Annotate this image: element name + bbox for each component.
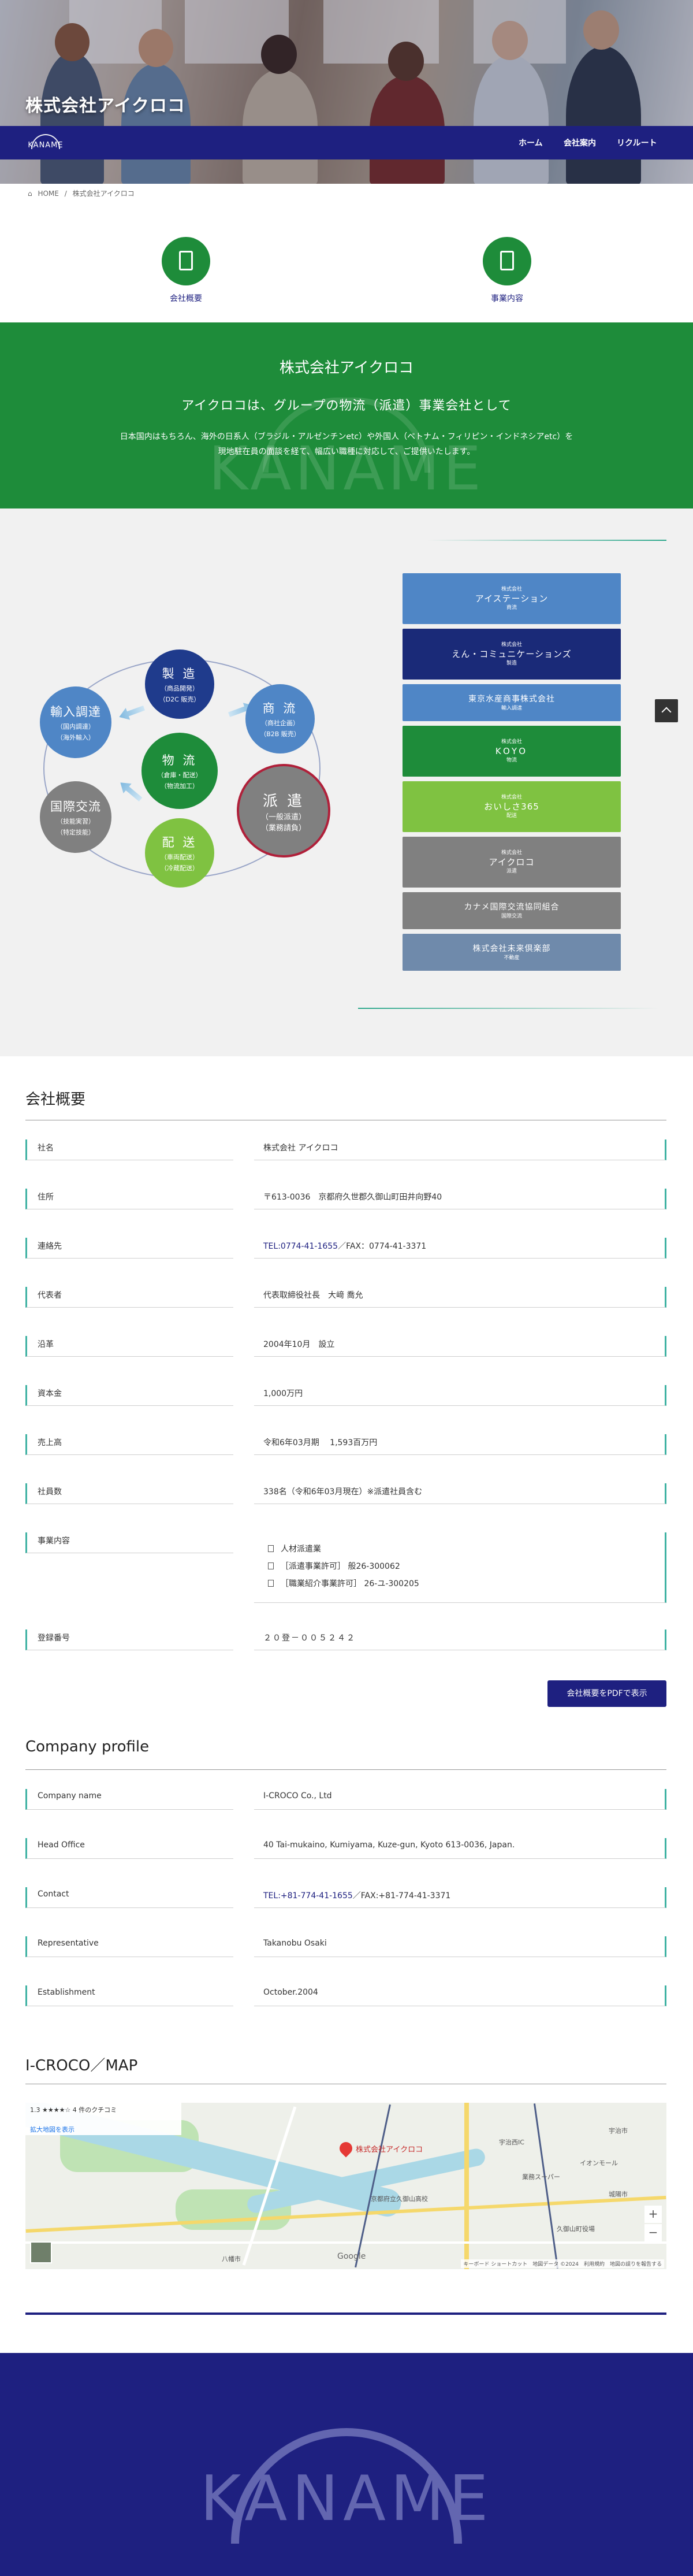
- table-row: 資本金 1,000万円: [25, 1385, 666, 1406]
- table-row: Establishment October.2004: [25, 1985, 666, 2006]
- business-cycle-diagram: 製 造（商品開発） （D2C 販売） 商 流（商社企画） （B2B 販売） 派 遣（…: [32, 636, 344, 901]
- document-icon: [268, 1562, 274, 1569]
- map-pin-label[interactable]: 株式会社アイクロコ: [356, 2143, 423, 2154]
- building-icon: [162, 237, 210, 285]
- google-logo: Google: [337, 2252, 366, 2261]
- page-title: 株式会社アイクロコ: [25, 96, 185, 116]
- tel-link[interactable]: TEL:0774-41-1655: [263, 1242, 338, 1251]
- document-icon: [483, 237, 531, 285]
- breadcrumb-separator: /: [64, 190, 67, 198]
- company-card-kaname-union[interactable]: カナメ国際交流協同組合 国際交流: [403, 892, 621, 929]
- view-larger-map-link[interactable]: 拡大地図を表示: [30, 2125, 177, 2134]
- intro-section: KANAME 株式会社アイクロコ アイクロコは、グループの物流（派遣）事業会社と…: [0, 322, 693, 508]
- node-commerce: 商 流（商社企画） （B2B 販売）: [245, 684, 315, 754]
- zoom-out-button[interactable]: −: [644, 2224, 662, 2241]
- breadcrumb-home[interactable]: HOME: [38, 190, 58, 198]
- node-manufacture: 製 造（商品開発） （D2C 販売）: [145, 649, 214, 719]
- intro-subtitle: アイクロコは、グループの物流（派遣）事業会社として: [181, 399, 512, 413]
- google-map[interactable]: 八幡市 京都府立久御山高校 久御山町役場 業務スーパー イオンモール 宇治西IC…: [25, 2103, 666, 2269]
- company-card-istation[interactable]: 株式会社 アイステーション 商流: [403, 573, 621, 624]
- node-delivery: 配 送（車両配送） （冷蔵配送）: [145, 818, 214, 888]
- table-row: 代表者 代表取締役社長 大﨑 喬允: [25, 1287, 666, 1308]
- table-row: 社名 株式会社 アイクロコ: [25, 1139, 666, 1160]
- deco-line-bottom: [358, 1008, 658, 1009]
- map-pin-icon[interactable]: [337, 2139, 355, 2158]
- map-title: I-CROCO／MAP: [25, 2057, 138, 2074]
- zoom-in-button[interactable]: +: [644, 2206, 662, 2223]
- nav-company[interactable]: 会社案内: [564, 137, 596, 149]
- deco-line-top: [427, 540, 666, 541]
- table-row: 住所 〒613-0036 京都府久世郡久御山町田井向野40: [25, 1189, 666, 1209]
- table-row: Representative Takanobu Osaki: [25, 1936, 666, 1957]
- link-company-overview[interactable]: 会社概要: [140, 237, 232, 304]
- breadcrumb: ⌂ HOME / 株式会社アイクロコ: [28, 188, 138, 198]
- section-divider: [25, 2313, 666, 2315]
- table-row: 事業内容 人材派遣業 ［派遣事業許可］ 般26-300062 ［職業紹介事業許可…: [25, 1532, 666, 1603]
- intro-text-2: 現地駐在員の面談を経て、幅広い職種に対応して、ご提供いたします。: [218, 447, 475, 456]
- company-card-oishisa[interactable]: 株式会社 おいしさ365 配送: [403, 781, 621, 832]
- node-dispatch: 派 遣（一般派遣） （業務請負）: [237, 764, 330, 858]
- company-card-en[interactable]: 株式会社 えん・コミュニケーションズ 製造: [403, 629, 621, 680]
- pdf-download-button[interactable]: 会社概要をPDFで表示: [547, 1680, 666, 1707]
- company-card-tokyo-suisan[interactable]: 東京水産商事株式会社 輸入調達: [403, 684, 621, 721]
- table-row: 登録番号 ２０登－００５２４２: [25, 1630, 666, 1650]
- footer-logo[interactable]: KANAME: [0, 2463, 693, 2535]
- company-card-mirai[interactable]: 株式会社未来倶楽部 不動産: [403, 934, 621, 971]
- map-attribution[interactable]: キーボード ショートカット 地図データ ©2024 利用規約 地図の誤りを報告す…: [461, 2259, 664, 2268]
- company-card-icroco[interactable]: 株式会社 アイクロコ 派遣: [403, 837, 621, 888]
- table-row: 連絡先 TEL:0774-41-1655／FAX：0774-41-3371: [25, 1238, 666, 1259]
- company-card-koyo[interactable]: 株式会社 KOYO 物流: [403, 726, 621, 777]
- footer: KANAME: [0, 2353, 693, 2576]
- satellite-toggle[interactable]: [30, 2241, 52, 2263]
- table-row: Head Office 40 Tai-mukaino, Kumiyama, Ku…: [25, 1838, 666, 1859]
- table-row: 社員数 338名（令和6年03月現在）※派遣社員含む: [25, 1483, 666, 1504]
- table-row: Company name I-CROCO Co., Ltd: [25, 1789, 666, 1810]
- profile-title: Company profile: [25, 1738, 150, 1755]
- document-icon: [268, 1580, 274, 1587]
- node-logistics: 物 流（倉庫・配送） （物流加工）: [141, 733, 218, 809]
- document-icon: [268, 1545, 274, 1552]
- profile-rule: [25, 1769, 666, 1770]
- nav-home[interactable]: ホーム: [519, 137, 543, 149]
- link-business[interactable]: 事業内容: [461, 237, 553, 304]
- kaname-watermark: KANAME: [208, 433, 485, 504]
- scroll-to-top-button[interactable]: [655, 699, 678, 722]
- home-icon: ⌂: [28, 190, 32, 198]
- node-exchange: 国際交流 （技能実習） （特定技能）: [40, 781, 111, 853]
- intro-title: 株式会社アイクロコ: [279, 359, 414, 377]
- kaname-logo[interactable]: KANAME: [25, 133, 66, 153]
- map-info-panel: 1.3 ★★★★☆ 4 件のクチコミ 拡大地図を表示: [25, 2103, 181, 2135]
- table-row: 売上高 令和6年03月期 1,593百万円: [25, 1434, 666, 1455]
- nav-recruit[interactable]: リクルート: [617, 137, 657, 149]
- breadcrumb-current: 株式会社アイクロコ: [72, 190, 135, 198]
- table-row: Contact TEL:+81-774-41-1655／FAX:+81-774-…: [25, 1887, 666, 1908]
- main-navbar: KANAME ホーム 会社案内 リクルート: [0, 126, 693, 159]
- tel-link[interactable]: TEL:+81-774-41-1655: [263, 1891, 353, 1901]
- overview-title: 会社概要: [25, 1091, 86, 1108]
- node-import: 輸入調達 （国内調達） （海外輸入）: [40, 686, 111, 758]
- intro-text-1: 日本国内はもちろん、海外の日系人（ブラジル・アルゼンチンetc）や外国人（ベトナ…: [120, 432, 573, 441]
- table-row: 沿革 2004年10月 設立: [25, 1336, 666, 1357]
